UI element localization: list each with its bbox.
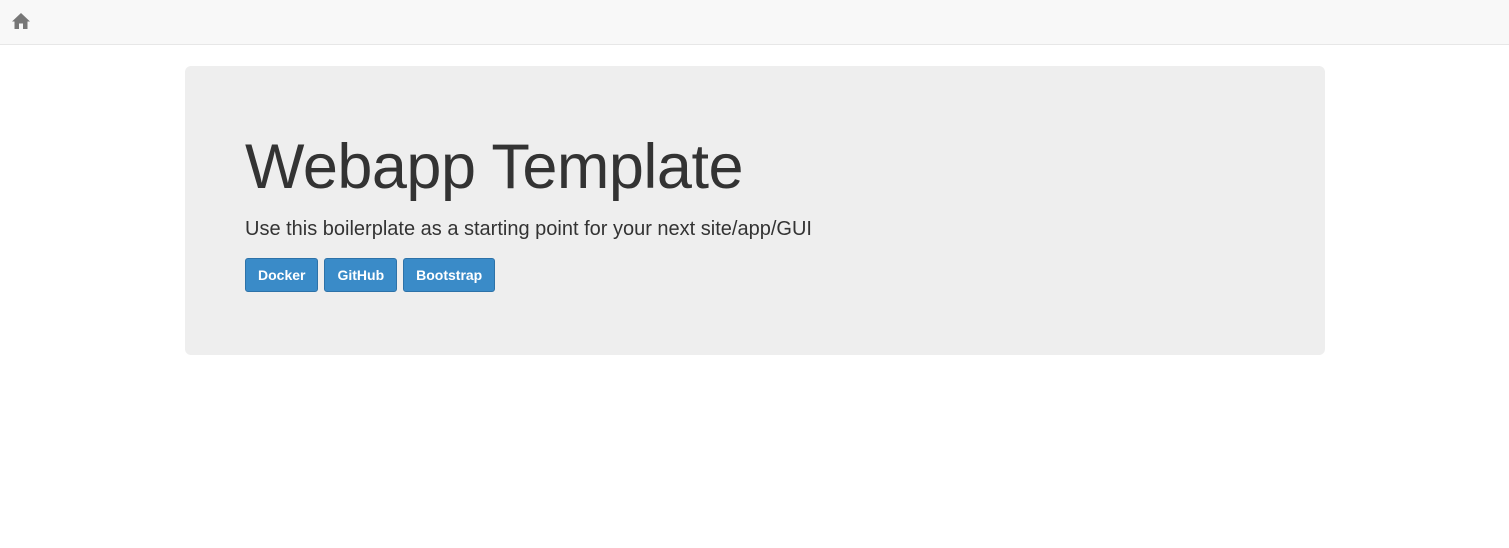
top-navbar [0,0,1509,45]
page-title: Webapp Template [245,132,744,202]
github-button[interactable]: GitHub [324,258,398,292]
home-link[interactable] [9,9,33,33]
bootstrap-button[interactable]: Bootstrap [403,258,496,292]
home-icon [12,13,30,29]
button-group: Docker GitHub Bootstrap [245,258,496,292]
docker-button[interactable]: Docker [245,258,319,292]
jumbotron: Webapp Template Use this boilerplate as … [185,66,1325,355]
lead-text: Use this boilerplate as a starting point… [245,218,812,240]
